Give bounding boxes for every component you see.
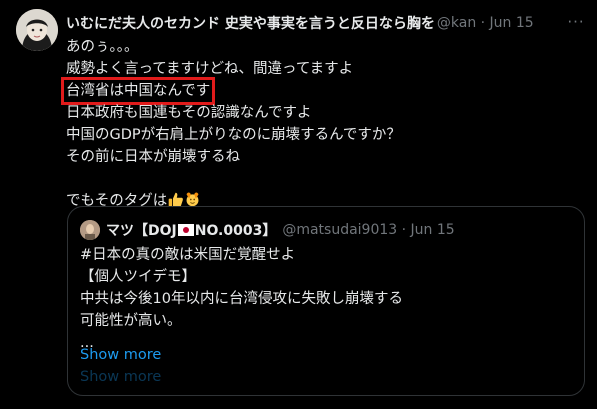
quoted-line: 【個人ツイデモ】 — [80, 269, 196, 285]
tweet[interactable]: いむにだ夫人のセカンド 史実や事実を言うと反日なら胸を @kan · Jun 1… — [0, 0, 597, 409]
tweet-header: いむにだ夫人のセカンド 史実や事実を言うと反日なら胸を @kan · Jun 1… — [66, 12, 557, 34]
show-more-link-faded: Show more — [80, 369, 162, 385]
quoted-tweet-header: マツ【DOJ NO.0003】 @matsudai9013 · Jun 15 — [80, 219, 455, 241]
more-options-icon[interactable]: ··· — [566, 12, 586, 32]
quoted-author-name[interactable]: マツ【DOJ NO.0003】 — [106, 220, 276, 240]
quoted-line: 中共は今後10年以内に台湾侵攻に失敗し崩壊する — [80, 291, 403, 307]
quoted-avatar-image — [80, 220, 100, 240]
quoted-line: #日本の真の敵は米国だ覚醒せよ — [80, 247, 296, 263]
quoted-tweet[interactable]: マツ【DOJ NO.0003】 @matsudai9013 · Jun 15 #日… — [67, 206, 585, 396]
show-more-link[interactable]: Show more — [80, 347, 161, 363]
avatar-image — [16, 9, 58, 51]
tweet-line: その前に日本が崩壊するね — [66, 149, 240, 165]
tweet-line: 日本政府も国連もその認識なんですよ — [66, 105, 312, 121]
tweet-text: あのぅ。。。 威勢よく言ってますけどね、間違ってますよ 台湾省は中国なんです 日… — [60, 36, 566, 212]
japan-flag-icon — [177, 224, 194, 236]
author-name[interactable]: いむにだ夫人のセカンド 史実や事実を言うと反日なら胸を — [66, 13, 435, 33]
tweet-line: 中国のGDPが右肩上がりなのに崩壊するんですか？ — [66, 127, 401, 143]
avatar[interactable] — [16, 9, 58, 51]
author-handle-time[interactable]: @kan · Jun 15 — [437, 15, 534, 31]
quoted-handle-time[interactable]: @matsudai9013 · Jun 15 — [282, 222, 454, 238]
tweet-line: あのぅ。。。 — [66, 39, 139, 55]
tweet-line: 威勢よく言ってますけどね、間違ってますよ — [66, 61, 354, 77]
quoted-author-name-prefix: マツ【DOJ — [106, 223, 177, 239]
quoted-line: 可能性が高い。 — [80, 313, 182, 329]
quoted-avatar[interactable] — [80, 220, 100, 240]
quoted-author-name-suffix: NO.0003】 — [194, 223, 277, 239]
quoted-tweet-text: #日本の真の敵は米国だ覚醒せよ 【個人ツイデモ】 中共は今後10年以内に台湾侵攻… — [80, 244, 570, 354]
highlighted-line: 台湾省は中国なんです — [60, 77, 216, 105]
